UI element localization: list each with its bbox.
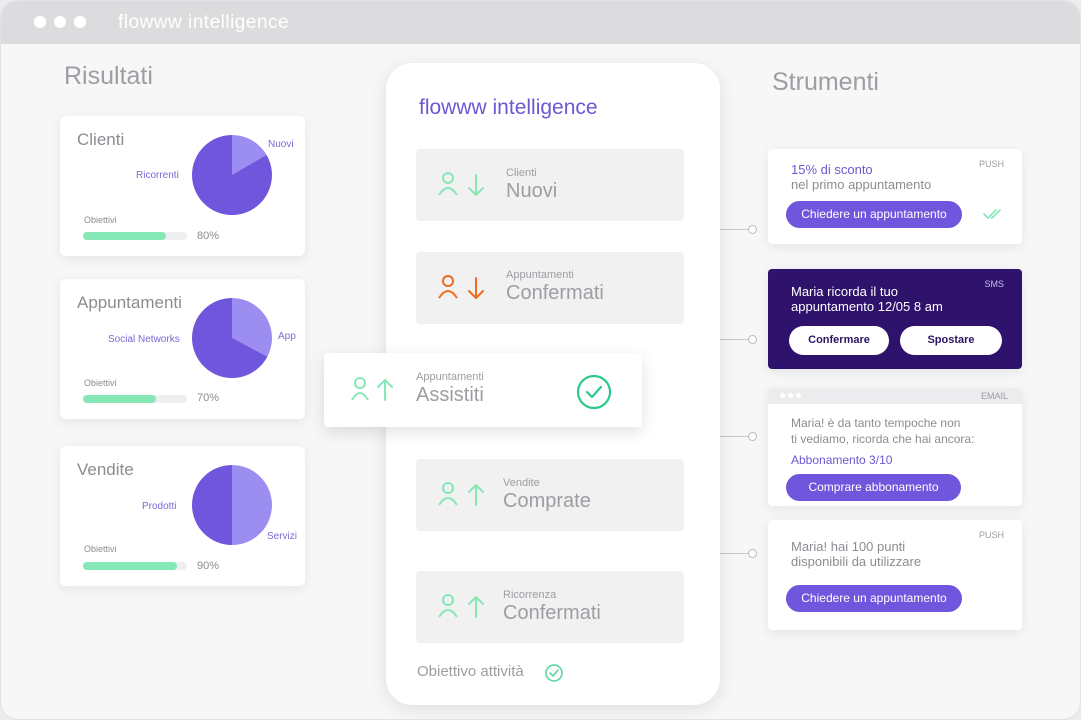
window-dot-icon: [796, 393, 801, 398]
confirm-button[interactable]: Confermare: [789, 326, 889, 355]
metric-category: Appuntamenti: [416, 371, 484, 383]
pie-chart: [192, 298, 272, 378]
window-dot-icon: [788, 393, 793, 398]
sms-text: appuntamento 12/05 8 am: [791, 299, 943, 314]
result-card-appuntamenti: Appuntamenti Social Networks App Obietti…: [60, 279, 305, 419]
window-dot-icon[interactable]: [34, 16, 46, 28]
points-text: Maria! hai 100 punti: [791, 539, 906, 554]
metric-category: Ricorrenza: [503, 589, 557, 601]
pie-label: App: [278, 331, 296, 342]
channel-tag: EMAIL: [980, 391, 1008, 401]
result-card-clienti: Clienti Ricorrenti Nuovi Obiettivi 80%: [60, 116, 305, 256]
result-card-title: Appuntamenti: [77, 293, 182, 312]
metric-name: Assistiti: [416, 384, 484, 406]
metric-name: Confermati: [506, 282, 604, 304]
user-arrow-down-icon: [438, 172, 484, 196]
title-bar: flowww intelligence: [1, 1, 1080, 44]
progress-percent: 70%: [197, 392, 220, 404]
metric-category: Clienti: [506, 167, 537, 179]
objective-label: Obiettivi: [84, 544, 117, 554]
channel-tag: PUSH: [978, 159, 1004, 169]
pie-chart: [192, 135, 272, 215]
metric-category: Appuntamenti: [506, 269, 574, 281]
connector-dot: [748, 225, 757, 234]
user-arrow-down-icon: [438, 275, 484, 299]
progress-percent: 80%: [197, 230, 220, 242]
connector-dot: [748, 335, 757, 344]
progress-bar: [83, 562, 187, 570]
window-dot-icon[interactable]: [74, 16, 86, 28]
result-card-title: Vendite: [77, 460, 134, 479]
progress-bar: [83, 395, 187, 403]
metric-name: Confermati: [503, 602, 601, 624]
window-dot-icon[interactable]: [54, 16, 66, 28]
channel-tag: SMS: [984, 279, 1004, 289]
window-dot-icon: [780, 393, 785, 398]
connector-dot: [748, 549, 757, 558]
floating-metric-card[interactable]: Appuntamenti Assistiti: [324, 353, 642, 427]
app-title: flowww intelligence: [118, 12, 290, 33]
buy-subscription-button[interactable]: Comprare abbonamento: [786, 474, 961, 501]
user-arrow-up-icon: [438, 482, 484, 506]
user-arrow-up-icon: [351, 377, 393, 401]
metric-row[interactable]: Ricorrenza Confermati: [416, 571, 684, 643]
sms-text: Maria ricorda il tuo: [791, 284, 898, 299]
metric-row[interactable]: Clienti Nuovi: [416, 149, 684, 221]
check-circle-icon: [545, 664, 563, 682]
progress-fill: [83, 232, 167, 240]
sms-notification-card: SMS Maria ricorda il tuo appuntamento 12…: [768, 269, 1022, 369]
pie-chart: [192, 465, 272, 545]
request-appointment-button[interactable]: Chiedere un appuntamento: [786, 585, 962, 612]
email-text: Maria! è da tanto tempoche non: [791, 416, 961, 430]
connector-dot: [748, 432, 757, 441]
promo-highlight: 15% di sconto: [791, 162, 873, 177]
metric-category: Vendite: [503, 477, 540, 489]
pie-label: Prodotti: [142, 501, 177, 512]
progress-bar: [83, 232, 187, 240]
metric-name: Nuovi: [506, 180, 558, 202]
phone-title: flowww intelligence: [419, 96, 598, 119]
reschedule-button[interactable]: Spostare: [900, 326, 1002, 355]
result-card-title: Clienti: [77, 130, 125, 149]
check-circle-icon: [576, 374, 612, 410]
objective-label: Obiettivi: [84, 215, 117, 225]
metric-row[interactable]: Vendite Comprate: [416, 459, 684, 531]
result-card-vendite: Vendite Prodotti Servizi Obiettivi 90%: [60, 446, 305, 586]
objective-label: Obiettivi: [84, 378, 117, 388]
email-text: ti vediamo, ricorda che hai ancora:: [791, 432, 975, 446]
metric-row[interactable]: Appuntamenti Confermati: [416, 252, 684, 324]
pie-label: Nuovi: [268, 139, 294, 150]
points-text: disponibili da utilizzare: [791, 554, 922, 569]
promo-text: nel primo appuntamento: [791, 177, 932, 192]
push-notification-card: PUSH Maria! hai 100 punti disponibili da…: [768, 520, 1022, 630]
channel-tag: PUSH: [978, 530, 1004, 540]
user-arrow-up-icon: [438, 594, 484, 618]
app-window: flowww intelligence Risultati Clienti Ri…: [0, 0, 1081, 720]
double-check-icon: [983, 209, 1001, 219]
results-title: Risultati: [64, 62, 153, 90]
pie-label: Social Networks: [108, 334, 180, 345]
email-header-bar: EMAIL: [768, 388, 1022, 404]
email-notification-card: EMAIL Maria! è da tanto tempoche non ti …: [768, 388, 1022, 506]
request-appointment-button[interactable]: Chiedere un appuntamento: [786, 201, 962, 228]
tools-title: Strumenti: [772, 68, 879, 96]
progress-fill: [83, 562, 177, 570]
objective-footer: Obiettivo attività: [417, 663, 524, 680]
progress-percent: 90%: [197, 560, 220, 572]
pie-label: Ricorrenti: [136, 170, 179, 181]
metric-name: Comprate: [503, 490, 591, 512]
progress-fill: [83, 395, 156, 403]
pie-label: Servizi: [267, 531, 298, 542]
push-notification-card: PUSH 15% di sconto nel primo appuntament…: [768, 149, 1022, 244]
subscription-highlight: Abbonamento 3/10: [791, 453, 893, 467]
